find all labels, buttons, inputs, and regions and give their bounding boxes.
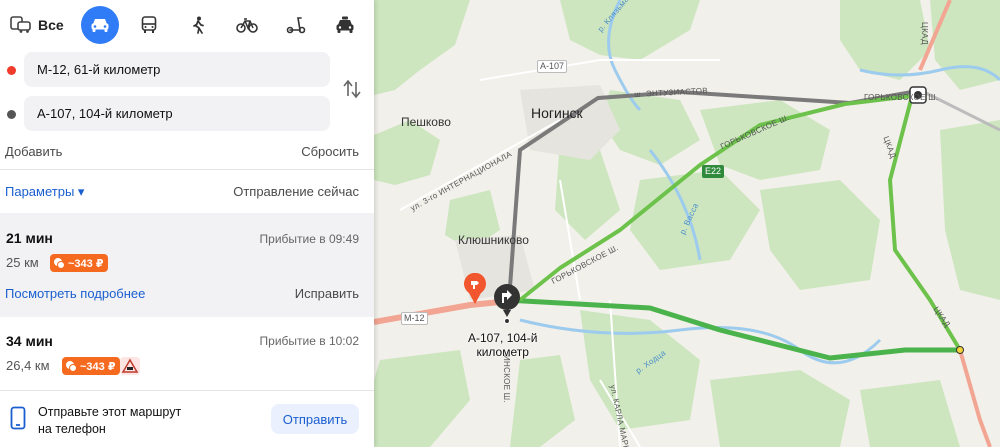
toll-badge: ~343 ₽	[50, 254, 108, 272]
toll-amount: ~343 ₽	[68, 257, 104, 270]
village-label-peshkovo: Пешково	[401, 115, 451, 129]
toll-icon	[66, 361, 77, 372]
destination-label-line2: километр	[476, 345, 529, 359]
to-input-value: А-107, 104-й километр	[37, 106, 173, 121]
route-duration: 21 мин	[6, 230, 53, 246]
mode-walk-button[interactable]	[179, 6, 217, 44]
route-option-1[interactable]: 21 мин Прибытие в 09:49 25 км ~343 ₽ Пос…	[0, 213, 374, 317]
destination-label: А-107, 104-й километр	[468, 331, 537, 359]
road-works-icon	[121, 358, 139, 373]
toll-badge: ~343 ₽	[62, 357, 120, 375]
bike-icon	[235, 18, 258, 33]
divider	[0, 169, 374, 170]
view-details-link[interactable]: Посмотреть подробнее	[5, 286, 145, 301]
mode-all-label: Все	[38, 17, 64, 33]
town-label: Ногинск	[531, 105, 583, 121]
village-label-klyushnikovo: Клюшниково	[458, 233, 529, 247]
scooter-icon	[286, 17, 305, 34]
street-label: ГОРЬКОВСКОЕ Ш.	[864, 93, 939, 102]
from-input-value: М-12, 61-й километр	[37, 62, 161, 77]
road-label-tskad: ЦКАД	[920, 22, 929, 45]
from-input[interactable]: М-12, 61-й километр	[24, 52, 330, 87]
route-arrival: Прибытие в 09:49	[259, 232, 359, 246]
mode-bike-button[interactable]	[228, 6, 266, 44]
mode-taxi-button[interactable]	[326, 6, 364, 44]
toll-amount: ~343 ₽	[80, 360, 116, 373]
to-input[interactable]: А-107, 104-й километр	[24, 96, 330, 131]
mode-car-button[interactable]	[80, 6, 119, 44]
add-point-link[interactable]: Добавить	[5, 144, 62, 159]
phone-icon	[10, 406, 26, 430]
start-point-dot	[7, 66, 16, 75]
destination-label-line1: А-107, 104-й	[468, 331, 538, 345]
map-view[interactable]: Ногинск Пешково Клюшниково ш. ЭНТУЗИАСТО…	[374, 0, 1000, 447]
route-duration: 34 мин	[6, 333, 53, 349]
road-shield-e22: Е22	[702, 165, 725, 178]
parameters-dropdown[interactable]: Параметры ▾	[5, 184, 84, 200]
car-icon	[91, 19, 109, 32]
divider	[0, 390, 374, 391]
taxi-icon	[336, 16, 354, 33]
route-distance: 25 км	[6, 255, 39, 270]
route-arrival: Прибытие в 10:02	[259, 334, 359, 348]
swap-points-icon[interactable]	[342, 78, 362, 100]
toll-icon	[54, 258, 65, 269]
send-text-line2: на телефон	[38, 422, 106, 436]
reset-link[interactable]: Сбросить	[301, 144, 359, 159]
mode-all-button[interactable]: Все	[8, 8, 70, 42]
road-warning-badge	[120, 357, 140, 375]
end-point-dot	[7, 110, 16, 119]
route-panel: Все М-12, 61-й километр А-107, 104-й кил…	[0, 0, 374, 447]
mode-bus-button[interactable]	[130, 6, 168, 44]
walk-icon	[192, 16, 204, 34]
send-to-phone-text: Отправьте этот маршрут на телефон	[38, 404, 181, 438]
fix-route-link[interactable]: Исправить	[295, 286, 359, 301]
finish-pin-icon[interactable]	[492, 283, 522, 325]
road-shield-a107: А-107	[537, 60, 568, 73]
departure-time-selector[interactable]: Отправление сейчас	[233, 184, 359, 199]
road-shield-m12: М-12	[401, 312, 428, 325]
bus-icon	[141, 16, 156, 33]
send-text-line1: Отправьте этот маршрут	[38, 405, 182, 419]
transport-mode-bar: Все	[8, 6, 364, 44]
all-modes-icon	[10, 16, 31, 33]
send-button[interactable]: Отправить	[271, 404, 359, 434]
mode-scooter-button[interactable]	[277, 6, 315, 44]
route-distance: 26,4 км	[6, 358, 50, 373]
start-pin-icon[interactable]	[463, 273, 487, 305]
street-label: ИНСКОЕ Ш.	[502, 355, 511, 403]
